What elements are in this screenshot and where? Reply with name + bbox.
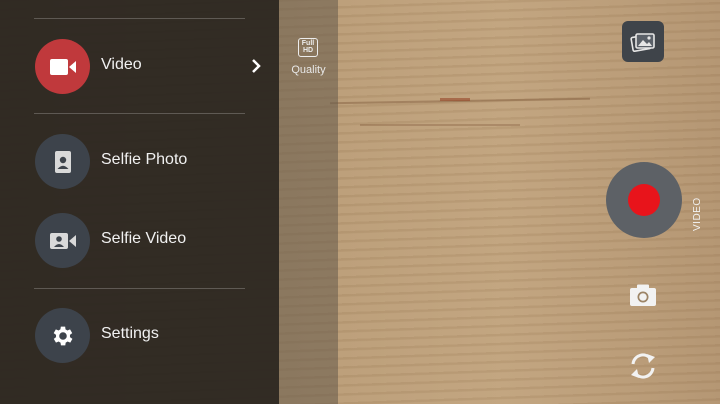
menu-item-label: Selfie Photo xyxy=(101,151,188,168)
quality-button[interactable]: Full HD Quality xyxy=(279,36,338,82)
full-hd-line2: HD xyxy=(302,47,314,54)
chevron-right-icon xyxy=(252,59,261,73)
menu-item-settings[interactable]: Settings xyxy=(0,303,279,367)
menu-item-selfie-video[interactable]: Selfie Video xyxy=(0,208,279,272)
gallery-icon xyxy=(630,32,655,52)
mode-label: VIDEO xyxy=(692,197,703,231)
video-camera-icon xyxy=(35,39,90,94)
capture-photo-button[interactable] xyxy=(628,282,658,308)
menu-divider xyxy=(34,18,245,19)
record-button[interactable] xyxy=(606,162,682,238)
wood-grain xyxy=(440,98,470,101)
selfie-video-icon xyxy=(35,213,90,268)
menu-item-label: Selfie Video xyxy=(101,230,187,247)
menu-item-label: Video xyxy=(101,56,142,73)
gallery-button[interactable] xyxy=(622,21,664,62)
full-hd-icon: Full HD xyxy=(298,38,318,57)
wood-grain xyxy=(360,124,520,126)
menu-item-selfie-photo[interactable]: Selfie Photo xyxy=(0,129,279,193)
camera-icon xyxy=(630,284,656,306)
switch-camera-icon xyxy=(631,353,655,379)
menu-item-video[interactable]: Video xyxy=(0,34,279,98)
menu-divider xyxy=(34,288,245,289)
record-icon xyxy=(628,184,660,216)
mode-menu: Video Selfie Photo Selfie Video Settings xyxy=(0,0,279,404)
full-hd-line1: Full xyxy=(301,40,315,47)
menu-item-label: Settings xyxy=(101,325,159,342)
quality-panel: Full HD Quality xyxy=(279,0,338,404)
menu-divider xyxy=(34,113,245,114)
switch-camera-button[interactable] xyxy=(626,349,660,383)
gear-icon xyxy=(35,308,90,363)
portrait-icon xyxy=(35,134,90,189)
quality-label: Quality xyxy=(291,64,326,76)
